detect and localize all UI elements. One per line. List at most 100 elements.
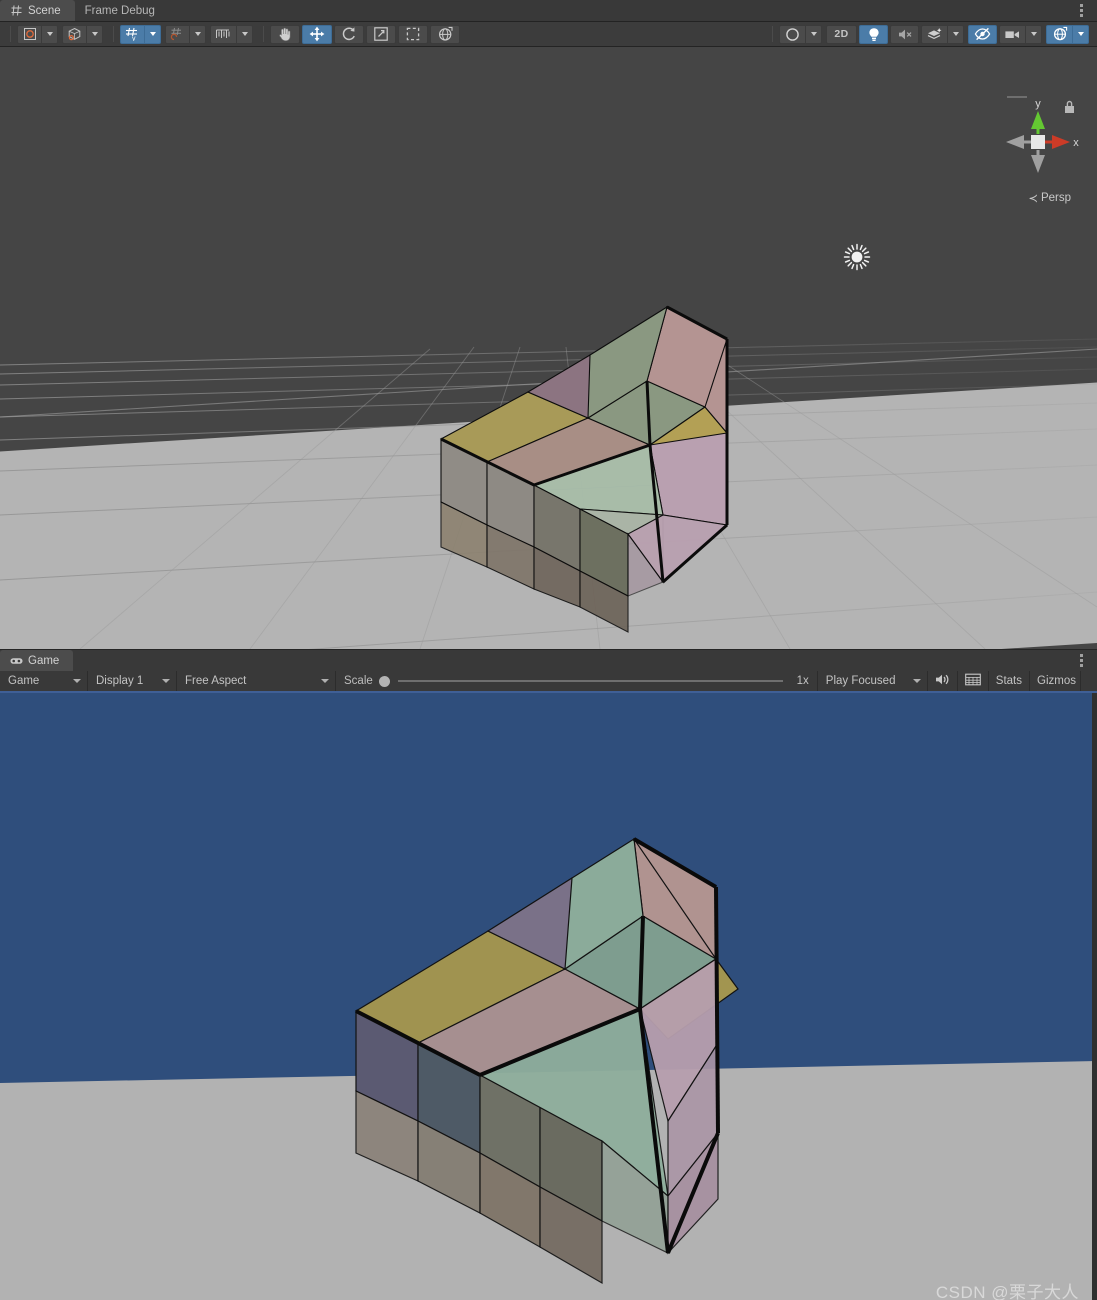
tab-game-label: Game	[28, 654, 60, 667]
gamepad-icon	[10, 654, 23, 667]
viewport-right-edge	[1092, 693, 1097, 1300]
gizmos-chevron-down-icon[interactable]	[1073, 24, 1089, 44]
grid-snap-chevron-down-icon[interactable]	[145, 24, 161, 44]
draw-mode-chevron-down-icon[interactable]	[806, 24, 822, 44]
scene-kebab-menu-icon[interactable]	[1071, 0, 1091, 21]
gizmos-label: Gizmos	[1037, 675, 1076, 687]
svg-text:y: y	[1035, 98, 1041, 110]
gizmo-center-cube	[1031, 135, 1045, 149]
grid-snap-group: y	[120, 24, 161, 44]
chevron-down-icon	[162, 679, 170, 683]
toolbar-divider	[263, 26, 264, 42]
neg-y-axis-cone	[1031, 155, 1045, 173]
camera-chevron-down-icon[interactable]	[1026, 24, 1042, 44]
tab-scene-label: Scene	[28, 4, 61, 17]
2d-toggle-button[interactable]: 2D	[826, 24, 857, 44]
scale-label: Scale	[344, 675, 373, 687]
draw-mode-group	[779, 24, 822, 44]
game-kebab-menu-icon[interactable]	[1071, 650, 1091, 671]
gizmos-group	[1046, 24, 1089, 44]
tab-frame-debug[interactable]: Frame Debug	[75, 0, 169, 21]
fx-chevron-down-icon[interactable]	[948, 24, 964, 44]
toolbar-divider	[113, 26, 114, 42]
scene-lighting-icon[interactable]	[859, 24, 888, 44]
tab-scene[interactable]: Scene	[0, 0, 75, 21]
toolbar-divider	[772, 26, 773, 42]
grid-size-group	[210, 24, 253, 44]
game-tabbar: Game	[0, 649, 1097, 671]
rubiks-cube-2x2-game[interactable]	[0, 693, 1097, 1300]
grid-size-chevron-down-icon[interactable]	[237, 24, 253, 44]
chevron-down-icon	[912, 679, 921, 683]
scale-slider-track[interactable]	[397, 680, 783, 682]
scene-view-options-group: 2D	[766, 24, 1093, 44]
game-view-mode-dropdown[interactable]: Game	[0, 671, 88, 691]
play-mode-label: Play Focused	[825, 675, 896, 687]
pivot-mode-group	[17, 24, 58, 44]
neg-x-axis-cone	[1006, 135, 1024, 149]
directional-light-icon[interactable]	[841, 241, 873, 273]
toolbar-divider	[10, 26, 11, 42]
stats-grid-icon	[964, 673, 981, 689]
fx-group	[921, 24, 964, 44]
projection-text: Persp	[1040, 192, 1071, 204]
handle-rotation-group	[62, 24, 103, 44]
play-mode-dropdown[interactable]: Play Focused	[817, 671, 928, 691]
tab-game[interactable]: Game	[0, 650, 74, 671]
grid-icon	[10, 4, 23, 17]
move-tool-icon[interactable]	[302, 24, 332, 44]
display-label: Display 1	[96, 675, 144, 687]
transform-tools-group	[270, 24, 462, 44]
transform-tool-icon[interactable]	[430, 24, 460, 44]
handle-local-icon[interactable]	[62, 24, 87, 44]
gizmos-chevron-down-icon[interactable]	[1080, 671, 1097, 691]
handle-rotation-chevron-down-icon[interactable]	[87, 24, 103, 44]
scale-slider-group[interactable]: Scale 1x	[336, 671, 818, 691]
mute-audio-button[interactable]	[928, 671, 958, 691]
vertex-snap-chevron-down-icon[interactable]	[190, 24, 206, 44]
camera-settings-icon[interactable]	[999, 24, 1026, 44]
pivot-mode-chevron-down-icon[interactable]	[42, 24, 58, 44]
aspect-ratio-dropdown[interactable]: Free Aspect	[177, 671, 336, 691]
projection-mode-label[interactable]: ≺ Persp	[1028, 191, 1071, 205]
grid-size-icon[interactable]	[210, 24, 237, 44]
audio-mute-icon[interactable]	[890, 24, 919, 44]
scene-visibility-icon[interactable]	[968, 24, 997, 44]
shaded-mode-icon[interactable]	[779, 24, 806, 44]
scene-viewport[interactable]: y x ≺ Persp	[0, 47, 1097, 649]
vertex-snap-group	[165, 24, 206, 44]
scale-slider-handle[interactable]	[378, 675, 390, 687]
grid-snap-icon[interactable]: y	[120, 24, 145, 44]
lock-icon	[1065, 100, 1074, 113]
rotate-tool-icon[interactable]	[334, 24, 364, 44]
speaker-icon	[935, 673, 950, 689]
chevron-down-icon	[321, 679, 329, 683]
scene-view-gizmo[interactable]: y x ≺ Persp	[997, 95, 1079, 205]
x-axis-cone	[1052, 135, 1070, 149]
scale-value: 1x	[796, 675, 809, 687]
scale-tool-icon[interactable]	[366, 24, 396, 44]
stats-button[interactable]: Stats	[989, 671, 1031, 691]
pivot-tool-group	[17, 24, 107, 44]
display-dropdown[interactable]: Display 1	[88, 671, 177, 691]
camera-group	[999, 24, 1042, 44]
svg-text:y: y	[132, 36, 136, 41]
y-axis-cone	[1031, 111, 1045, 129]
snapping-group: y	[120, 24, 257, 44]
game-viewport[interactable]: CSDN @栗子大人	[0, 693, 1097, 1300]
hand-tool-icon[interactable]	[270, 24, 300, 44]
pivot-center-icon[interactable]	[17, 24, 42, 44]
rect-tool-icon[interactable]	[398, 24, 428, 44]
rubiks-cube-2x2-scene[interactable]	[0, 47, 1097, 649]
aspect-ratio-label: Free Aspect	[185, 675, 247, 687]
csdn-watermark: CSDN @栗子大人	[935, 1283, 1079, 1300]
gizmos-button[interactable]: Gizmos	[1030, 671, 1080, 691]
svg-text:x: x	[1073, 137, 1079, 149]
scene-toolbar: y 2D	[0, 22, 1097, 47]
gizmos-toggle-icon[interactable]	[1046, 24, 1073, 44]
game-toolbar: Game Display 1 Free Aspect Scale 1x Play…	[0, 671, 1097, 693]
vertex-snap-icon[interactable]	[165, 24, 190, 44]
stats-grid-button[interactable]	[958, 671, 989, 691]
fx-effects-icon[interactable]	[921, 24, 948, 44]
scene-tabbar: Scene Frame Debug	[0, 0, 1097, 22]
